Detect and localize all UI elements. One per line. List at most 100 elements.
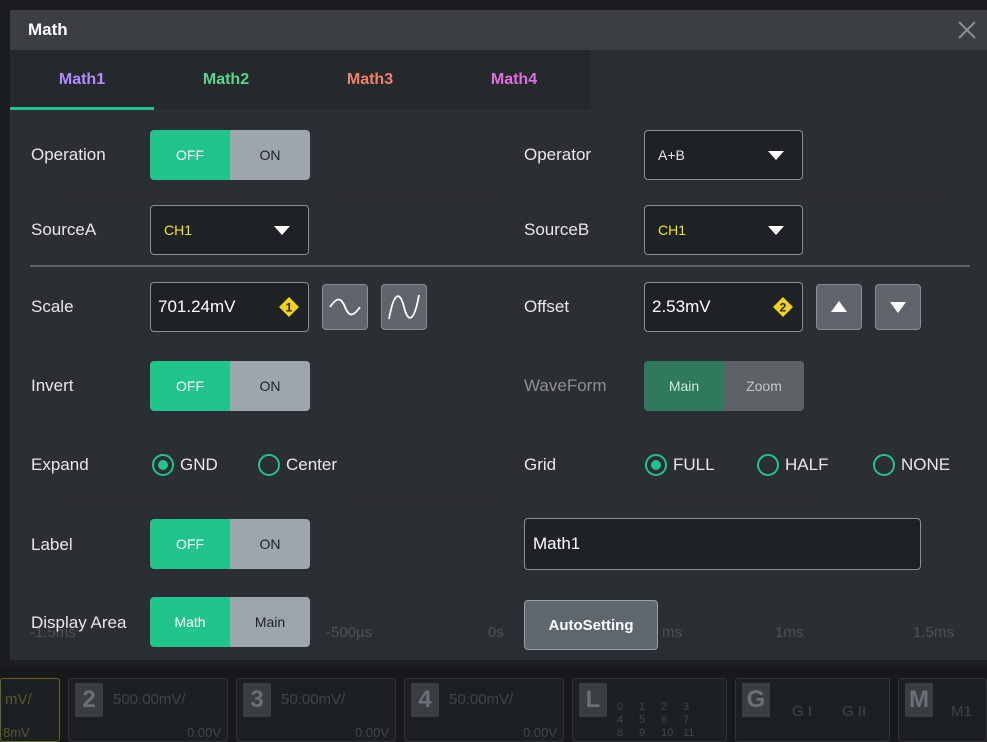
generator-block[interactable]: G G I G II: [735, 678, 890, 742]
operator-label: Operator: [524, 145, 592, 164]
logic-digit: 6: [661, 714, 668, 726]
invert-label: Invert: [31, 376, 74, 395]
invert-off-option[interactable]: OFF: [150, 361, 230, 411]
source-b-dropdown[interactable]: CH1: [644, 205, 803, 255]
invert-on-option[interactable]: ON: [230, 361, 310, 411]
logic-digit: 4: [617, 714, 624, 726]
logic-digit: 11: [683, 727, 695, 739]
ch4-block[interactable]: 4 50.00mV/ 0.00V: [404, 678, 564, 742]
generator-letter: G: [742, 683, 770, 717]
scale-input[interactable]: 701.24mV 1: [150, 282, 309, 332]
grid-none-label: NONE: [901, 455, 951, 474]
offset-down-button[interactable]: [875, 284, 921, 330]
label-on-option[interactable]: ON: [230, 519, 310, 569]
expand-gnd-radio[interactable]: GND: [152, 454, 218, 476]
knob-1-icon: 1: [278, 296, 300, 318]
logic-digit: 7: [683, 714, 690, 726]
ch3-number: 3: [243, 683, 271, 717]
channel-status-bar: mV/ 8mV 2 500.00mV/ 0.00V 3 50.00mV/ 0.0…: [0, 668, 987, 742]
operation-toggle[interactable]: OFF ON: [150, 130, 310, 180]
sine-wave-large-icon: [388, 294, 420, 320]
waveform-zoom-option[interactable]: Zoom: [724, 361, 804, 411]
time-axis-label: 0s: [488, 624, 504, 641]
logic-digit: 0: [617, 701, 624, 713]
display-area-main-option[interactable]: Main: [230, 597, 310, 647]
ch4-offset: 0.00V: [523, 725, 557, 740]
expand-center-radio[interactable]: Center: [258, 454, 337, 476]
label-text-value: Math1: [533, 534, 581, 553]
grid-label: Grid: [524, 455, 557, 474]
ch3-scale: 50.00mV/: [281, 691, 346, 708]
scale-value: 701.24mV: [158, 297, 236, 316]
offset-up-button[interactable]: [816, 284, 862, 330]
time-axis-label: 1ms: [775, 624, 804, 641]
logic-digit: 8: [617, 727, 624, 739]
ch1-block[interactable]: mV/ 8mV: [0, 678, 60, 742]
expand-center-label: Center: [286, 455, 338, 474]
close-icon: [958, 21, 976, 39]
logic-block[interactable]: L 0 1 2 3 4 5 6 7 8 9 10 11: [572, 678, 727, 742]
close-button[interactable]: [947, 10, 987, 50]
waveform-toggle[interactable]: Main Zoom: [644, 361, 804, 411]
ch2-number: 2: [75, 683, 103, 717]
operation-on-option[interactable]: ON: [230, 130, 310, 180]
math-tabs: Math1 Math2 Math3 Math4: [10, 50, 591, 110]
tab-math4[interactable]: Math4: [442, 50, 586, 110]
generator-g1: G I: [792, 703, 813, 720]
autosetting-button[interactable]: AutoSetting: [524, 600, 658, 650]
label-label: Label: [31, 535, 73, 554]
logic-digit: 5: [639, 714, 646, 726]
time-axis-label: 1.5ms: [913, 624, 954, 641]
offset-input[interactable]: 2.53mV 2: [644, 282, 803, 332]
ch4-number: 4: [411, 683, 439, 717]
source-a-label: SourceA: [31, 220, 97, 239]
display-area-math-option[interactable]: Math: [150, 597, 230, 647]
expand-gnd-label: GND: [180, 455, 218, 474]
chevron-down-icon: [768, 225, 784, 235]
tab-math2[interactable]: Math2: [154, 50, 298, 110]
grid-full-label: FULL: [673, 455, 715, 474]
ch1-scale: mV/: [5, 691, 32, 708]
ch4-scale: 50.00mV/: [449, 691, 514, 708]
display-area-toggle[interactable]: Math Main: [150, 597, 310, 647]
invert-toggle[interactable]: OFF ON: [150, 361, 310, 411]
operation-label: Operation: [31, 145, 106, 164]
math-m1: M1: [951, 703, 972, 720]
math-block[interactable]: M M1: [898, 678, 987, 742]
ch2-block[interactable]: 2 500.00mV/ 0.00V: [68, 678, 228, 742]
label-off-option[interactable]: OFF: [150, 519, 230, 569]
triangle-down-icon: [890, 302, 906, 313]
math-letter: M: [905, 683, 933, 717]
logic-digit: 2: [661, 701, 668, 713]
radio-selected-icon: [645, 454, 667, 476]
generator-g2: G II: [842, 703, 867, 720]
operator-value: A+B: [658, 147, 685, 163]
dialog-titlebar: Math: [10, 10, 987, 50]
scale-fine-button[interactable]: [381, 284, 427, 330]
time-axis-label: -500µs: [326, 624, 373, 641]
waveform-main-option[interactable]: Main: [644, 361, 724, 411]
label-toggle[interactable]: OFF ON: [150, 519, 310, 569]
ch3-block[interactable]: 3 50.00mV/ 0.00V: [236, 678, 396, 742]
tab-math1[interactable]: Math1: [10, 50, 154, 110]
knob-2-number: 2: [780, 301, 787, 315]
label-text-input[interactable]: Math1: [524, 518, 921, 570]
tab-math3[interactable]: Math3: [298, 50, 442, 110]
operation-off-option[interactable]: OFF: [150, 130, 230, 180]
time-axis-label: ms: [662, 624, 682, 641]
grid-none-radio[interactable]: NONE: [873, 454, 950, 476]
radio-selected-icon: [152, 454, 174, 476]
grid-full-radio[interactable]: FULL: [645, 454, 715, 476]
ch2-scale: 500.00mV/: [113, 691, 186, 708]
waveform-label: WaveForm: [524, 376, 607, 395]
operator-dropdown[interactable]: A+B: [644, 130, 803, 180]
grid-half-radio[interactable]: HALF: [757, 454, 828, 476]
scale-label: Scale: [31, 297, 74, 316]
scale-coarse-button[interactable]: [322, 284, 368, 330]
offset-value: 2.53mV: [652, 297, 711, 316]
dialog-title: Math: [28, 20, 68, 39]
logic-digit: 9: [639, 727, 646, 739]
logic-channel-grid: 0 1 2 3 4 5 6 7 8 9 10 11: [617, 701, 705, 739]
source-a-dropdown[interactable]: CH1: [150, 205, 309, 255]
ch1-offset: 8mV: [3, 725, 30, 740]
